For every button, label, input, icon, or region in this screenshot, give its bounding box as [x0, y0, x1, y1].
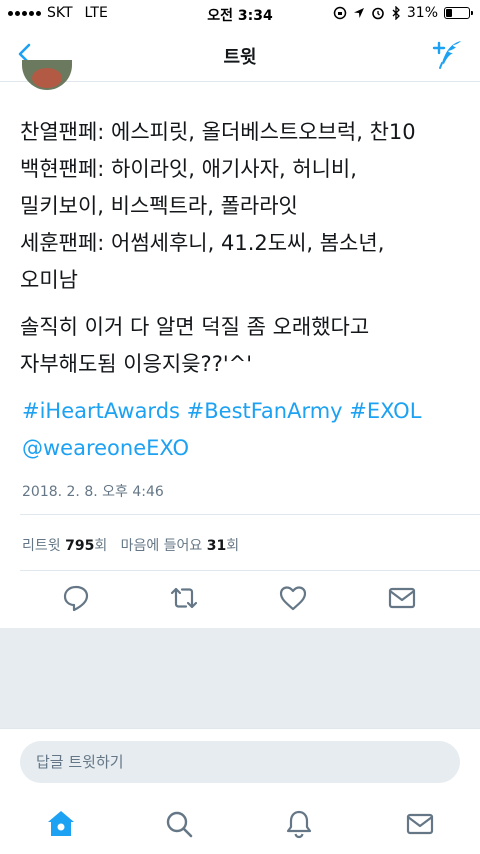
dm-icon[interactable]: [386, 582, 418, 614]
divider: [20, 514, 480, 515]
reply-icon[interactable]: [60, 582, 92, 614]
battery-fill: [446, 9, 452, 17]
nav-bar: 트윗: [0, 28, 480, 82]
retweet-label: 리트윗: [22, 538, 61, 554]
like-icon[interactable]: [277, 582, 309, 614]
tweet-line: 백현팬페: 하이라잇, 애기사자, 허니비,: [20, 157, 357, 181]
status-right: 31%: [333, 5, 473, 21]
like-label: 마음에 들어요: [120, 538, 203, 554]
tweet-text: 찬열팬페: 에스피릿, 올더베스트오브럭, 찬10 백현팬페: 하이라잇, 애기…: [20, 114, 470, 383]
like-unit: 회: [226, 538, 240, 554]
compose-tweet-icon[interactable]: [430, 37, 466, 73]
messages-icon[interactable]: [404, 808, 436, 840]
tweet-actions: [0, 582, 480, 622]
reply-input[interactable]: 답글 트윗하기: [20, 741, 460, 783]
like-count[interactable]: 31: [207, 538, 226, 554]
tweet-links: #iHeartAwards #BestFanArmy #EXOL @weareo…: [22, 393, 421, 467]
search-icon[interactable]: [163, 808, 195, 840]
rotation-lock-icon: [333, 6, 347, 20]
location-icon: [353, 8, 364, 18]
bluetooth-icon: [392, 6, 400, 20]
reply-bar: 답글 트윗하기: [0, 728, 480, 794]
home-icon[interactable]: [45, 808, 77, 840]
tab-bar: [0, 794, 480, 854]
tweet-line: 자부해도됨 이응지읒??'^': [20, 352, 252, 376]
hashtag-links[interactable]: #iHeartAwards #BestFanArmy #EXOL: [22, 393, 421, 430]
retweet-icon[interactable]: [168, 582, 200, 614]
divider: [20, 570, 480, 571]
battery-icon: [444, 7, 473, 19]
tweet-line: 오미남: [20, 268, 78, 292]
tweet-stats: 리트윗 795회 마음에 들어요 31회: [22, 535, 239, 555]
mention-link[interactable]: @weareoneEXO: [22, 430, 421, 467]
tweet-line: 밀키보이, 비스펙트라, 폴라라잇: [20, 194, 298, 218]
avatar[interactable]: [22, 60, 72, 90]
battery-percent: 31%: [406, 5, 438, 21]
tweet-line: 세훈팬페: 어썸세후니, 41.2도씨, 봄소년,: [20, 231, 385, 255]
tweet-timestamp: 2018. 2. 8. 오후 4:46: [22, 484, 164, 500]
notifications-icon[interactable]: [283, 808, 315, 840]
status-bar: SKT LTE 오전 3:34 31%: [0, 0, 480, 28]
retweet-count[interactable]: 795: [65, 538, 94, 554]
replies-area: [0, 628, 480, 728]
alarm-icon: [372, 7, 384, 20]
retweet-unit: 회: [94, 538, 108, 554]
tweet-line: 솔직히 이거 다 알면 덕질 좀 오래했다고: [20, 315, 370, 339]
page-title: 트윗: [223, 47, 257, 68]
tweet-line: 찬열팬페: 에스피릿, 올더베스트오브럭, 찬10: [20, 120, 416, 144]
